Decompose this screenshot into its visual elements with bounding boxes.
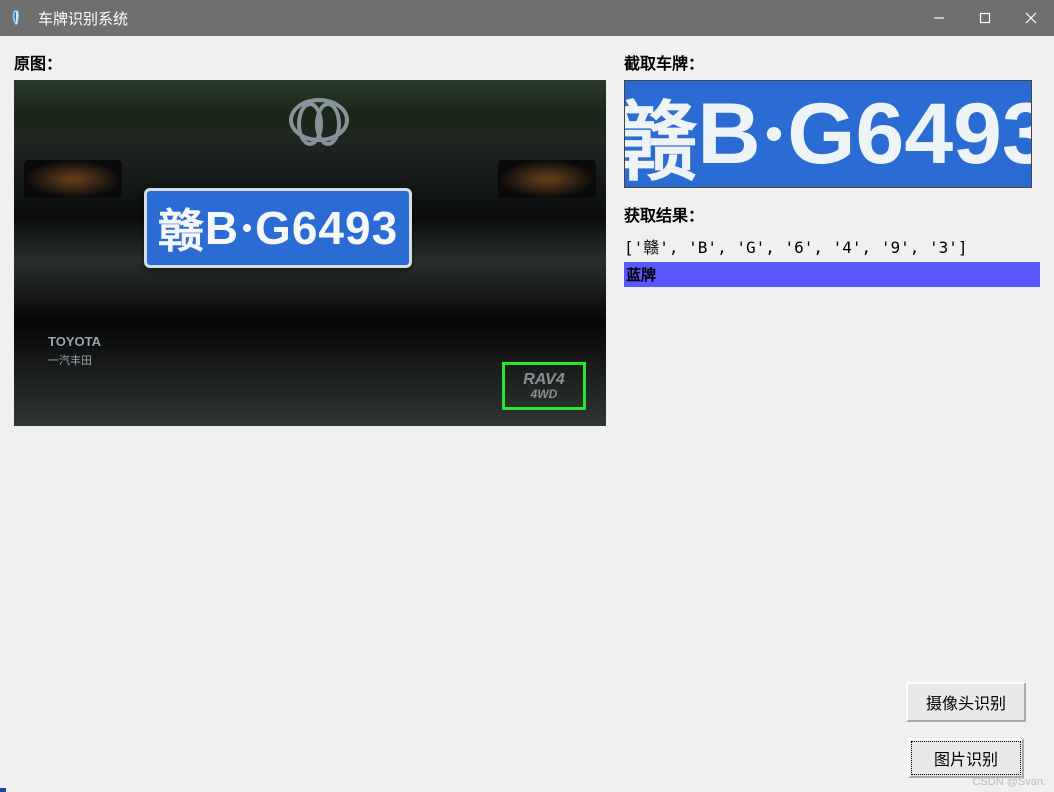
window-title: 车牌识别系统 — [38, 8, 128, 29]
car-make-badge: TOYOTA — [48, 334, 101, 349]
car-model-line2: 4WD — [531, 388, 558, 400]
license-plate: 赣B G6493 — [144, 188, 412, 268]
result-array-text: ['赣', 'B', 'G', '6', '4', '9', '3'] — [624, 234, 1040, 258]
plate-type-badge: 蓝牌 — [624, 262, 1040, 287]
plate-letter: B — [205, 201, 239, 255]
image-recognize-button[interactable]: 图片识别 — [908, 738, 1024, 778]
app-window: 车牌识别系统 原图： 赣BG6493 TOYO — [0, 0, 1054, 792]
license-plate-text: 赣B G6493 — [158, 195, 398, 261]
crop-dot-icon — [767, 127, 781, 141]
crop-province: 赣 — [624, 80, 697, 188]
cropped-plate-image: 赣B G6493 — [624, 80, 1032, 188]
crop-letter: B — [697, 85, 760, 184]
car-model-line1: RAV4 — [523, 372, 565, 388]
taillight-right — [498, 160, 596, 198]
plate-number: G6493 — [255, 201, 398, 255]
left-panel: 原图： 赣B G6493 TOYOTA 一汽丰田 RAV4 4WD — [14, 50, 606, 778]
car-make-sub-badge: 一汽丰田 — [48, 352, 92, 368]
taillight-left — [24, 160, 122, 198]
toyota-logo-icon — [289, 98, 349, 142]
bottom-accent — [0, 788, 6, 792]
original-image: 赣B G6493 TOYOTA 一汽丰田 RAV4 4WD — [14, 80, 606, 426]
cropped-plate-text: 赣B G6493 — [624, 80, 1032, 188]
result-label: 获取结果： — [624, 202, 1040, 226]
camera-recognize-button[interactable]: 摄像头识别 — [906, 682, 1026, 722]
crop-number: G6493 — [787, 85, 1032, 184]
cropped-plate-label: 截取车牌： — [624, 50, 1040, 74]
original-image-label: 原图： — [14, 50, 606, 74]
app-icon — [10, 9, 28, 27]
watermark-text: CSDN @Svan. — [972, 776, 1046, 788]
content-area: 原图： 赣BG6493 TOYOTA 一汽丰田 RAV4 4WD — [0, 36, 1054, 792]
close-button[interactable] — [1008, 0, 1054, 36]
titlebar: 车牌识别系统 — [0, 0, 1054, 36]
detection-box: RAV4 4WD — [502, 362, 586, 410]
plate-dot-icon — [243, 224, 251, 232]
right-panel: 截取车牌： 赣B G6493 获取结果： ['赣', 'B', 'G', '6',… — [624, 50, 1040, 778]
maximize-button[interactable] — [962, 0, 1008, 36]
button-group: 摄像头识别 图片识别 — [906, 682, 1026, 778]
minimize-button[interactable] — [916, 0, 962, 36]
plate-province: 赣 — [158, 195, 205, 261]
